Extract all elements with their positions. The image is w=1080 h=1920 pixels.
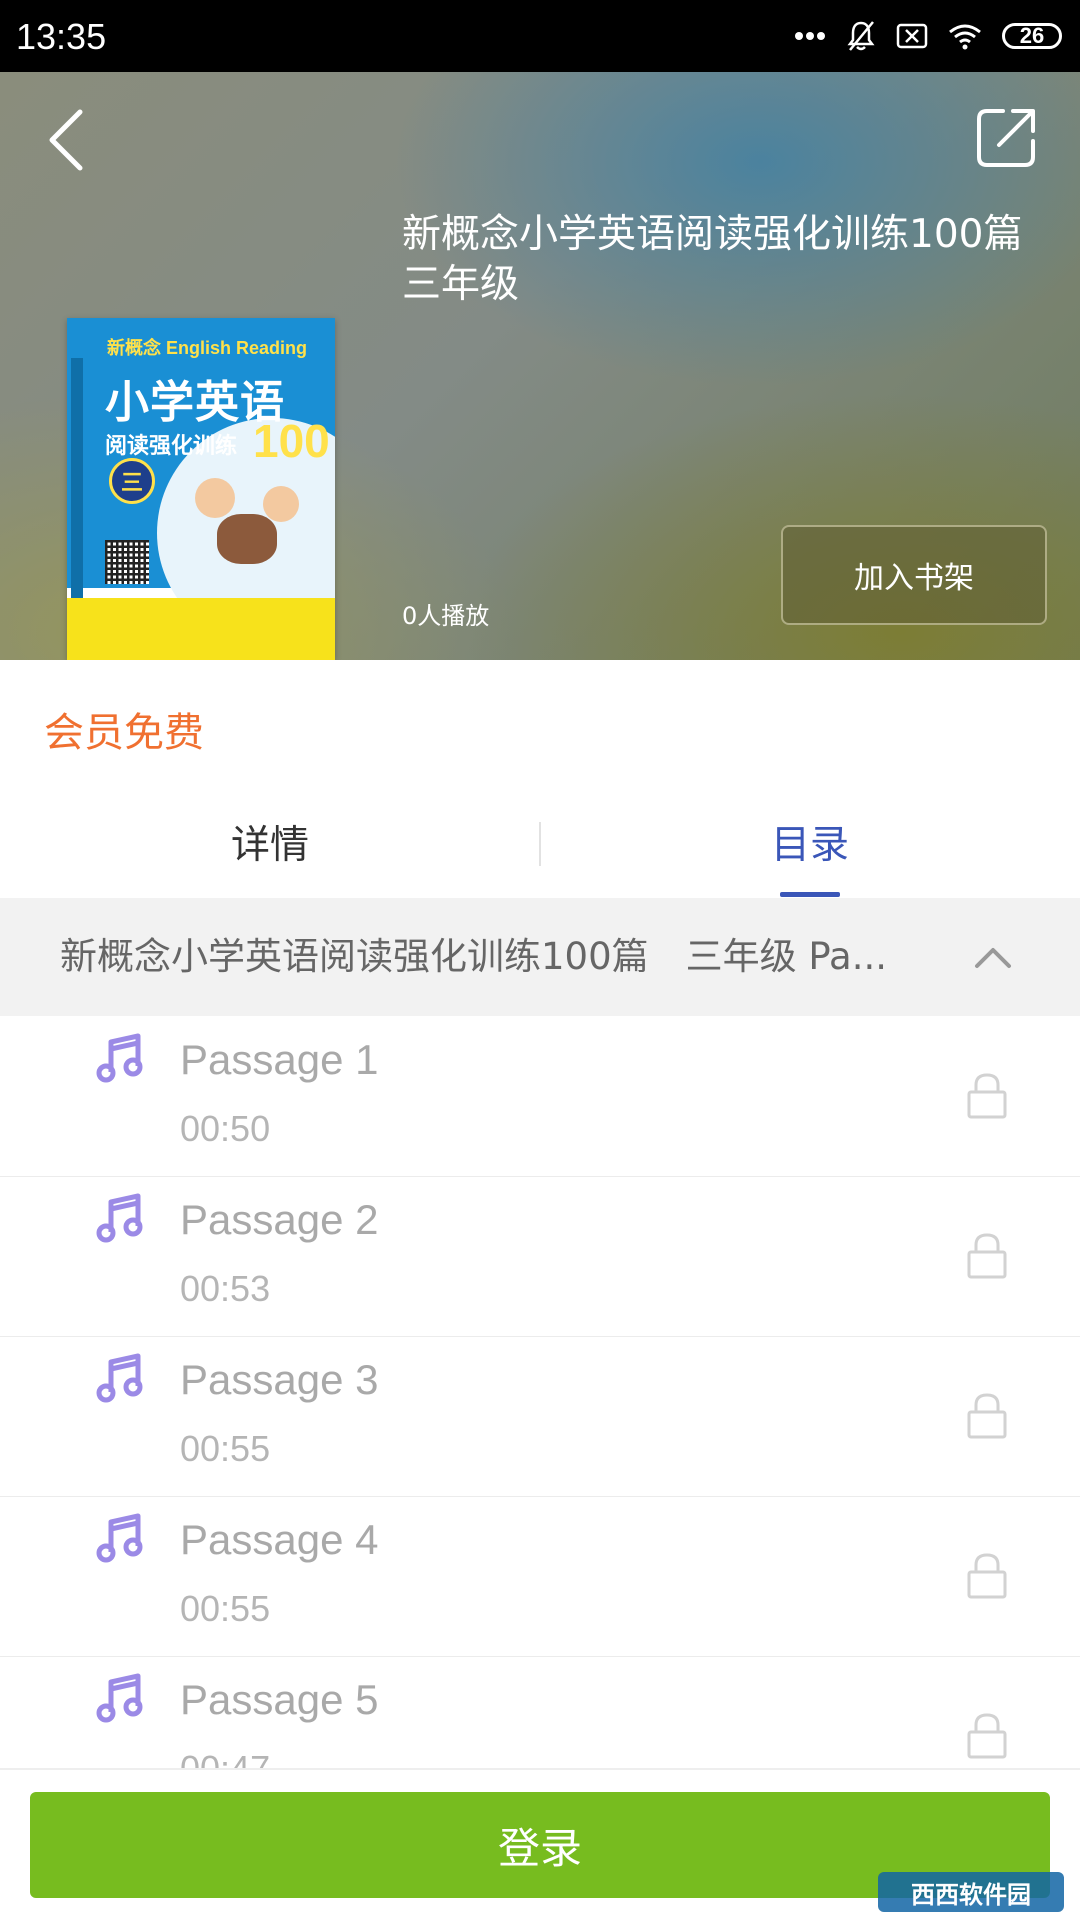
status-icons: 26 — [794, 16, 1062, 56]
add-to-shelf-button[interactable]: 加入书架 — [781, 525, 1047, 625]
passage-list: Passage 1 00:50 Passage 2 00:53 Passage … — [0, 1016, 1080, 1768]
tab-details[interactable]: 详情 — [0, 786, 540, 898]
status-bar: 13:35 26 — [0, 0, 1080, 72]
watermark-logo: 西西软件园 — [878, 1872, 1064, 1912]
passage-duration: 00:47 — [180, 1748, 270, 1768]
cover-number: 100 — [253, 415, 330, 467]
passage-title: Passage 3 — [180, 1356, 379, 1403]
back-button[interactable] — [40, 104, 96, 176]
cover-subtitle: 阅读强化训练 — [105, 434, 238, 459]
passage-duration: 00:55 — [180, 1588, 271, 1629]
music-note-icon — [96, 1513, 143, 1563]
cover-grade-badge: 三 — [109, 458, 155, 504]
passage-title: Passage 5 — [180, 1676, 379, 1723]
play-count: 0人播放 — [402, 602, 490, 630]
list-item[interactable]: Passage 2 00:53 — [0, 1176, 1080, 1337]
chevron-left-icon — [49, 109, 83, 171]
list-item[interactable]: Passage 4 00:55 — [0, 1496, 1080, 1657]
lock-icon — [967, 1393, 1007, 1439]
qr-code-icon — [105, 540, 149, 584]
music-note-icon — [96, 1193, 143, 1243]
wifi-icon — [949, 24, 981, 50]
bell-muted-icon — [847, 21, 875, 51]
passage-duration: 00:50 — [180, 1108, 271, 1149]
music-note-icon — [96, 1033, 143, 1083]
status-time: 13:35 — [16, 16, 107, 57]
lock-icon — [967, 1233, 1007, 1279]
member-free-label: 会员免费 — [44, 710, 204, 756]
passage-title: Passage 2 — [180, 1196, 379, 1243]
lock-icon — [967, 1713, 1007, 1759]
list-item[interactable]: Passage 1 00:50 — [0, 1016, 1080, 1177]
book-header: 新概念 English Reading 小学英语 阅读强化训练 100 三 新概… — [0, 72, 1080, 660]
music-note-icon — [96, 1673, 143, 1723]
section-header[interactable]: 新概念小学英语阅读强化训练100篇 三年级 Pa... — [0, 898, 1080, 1016]
passage-duration: 00:55 — [180, 1428, 271, 1469]
active-tab-indicator — [780, 892, 840, 897]
tab-contents[interactable]: 目录 — [540, 786, 1080, 898]
more-dots-icon — [795, 32, 825, 40]
section-title: 新概念小学英语阅读强化训练100篇 三年级 Pa... — [60, 935, 887, 978]
book-title: 新概念小学英语阅读强化训练100篇 三年级 — [402, 212, 1062, 307]
chevron-up-icon[interactable] — [973, 944, 1013, 970]
cover-illustration — [195, 478, 235, 518]
lock-icon — [967, 1553, 1007, 1599]
passage-title: Passage 4 — [180, 1516, 379, 1563]
passage-duration: 00:53 — [180, 1268, 271, 1309]
share-button[interactable] — [975, 105, 1039, 169]
sim-x-icon — [896, 23, 928, 49]
music-note-icon — [96, 1353, 143, 1403]
list-item[interactable]: Passage 5 00:47 — [0, 1656, 1080, 1768]
passage-title: Passage 1 — [180, 1036, 379, 1083]
lock-icon — [967, 1073, 1007, 1119]
battery-indicator: 26 — [1002, 23, 1062, 49]
tab-bar: 详情 目录 — [0, 786, 1080, 898]
cover-brand: 新概念 English Reading — [107, 338, 308, 358]
share-icon — [977, 109, 1035, 167]
list-item[interactable]: Passage 3 00:55 — [0, 1336, 1080, 1497]
book-cover: 新概念 English Reading 小学英语 阅读强化训练 100 三 — [67, 318, 335, 660]
